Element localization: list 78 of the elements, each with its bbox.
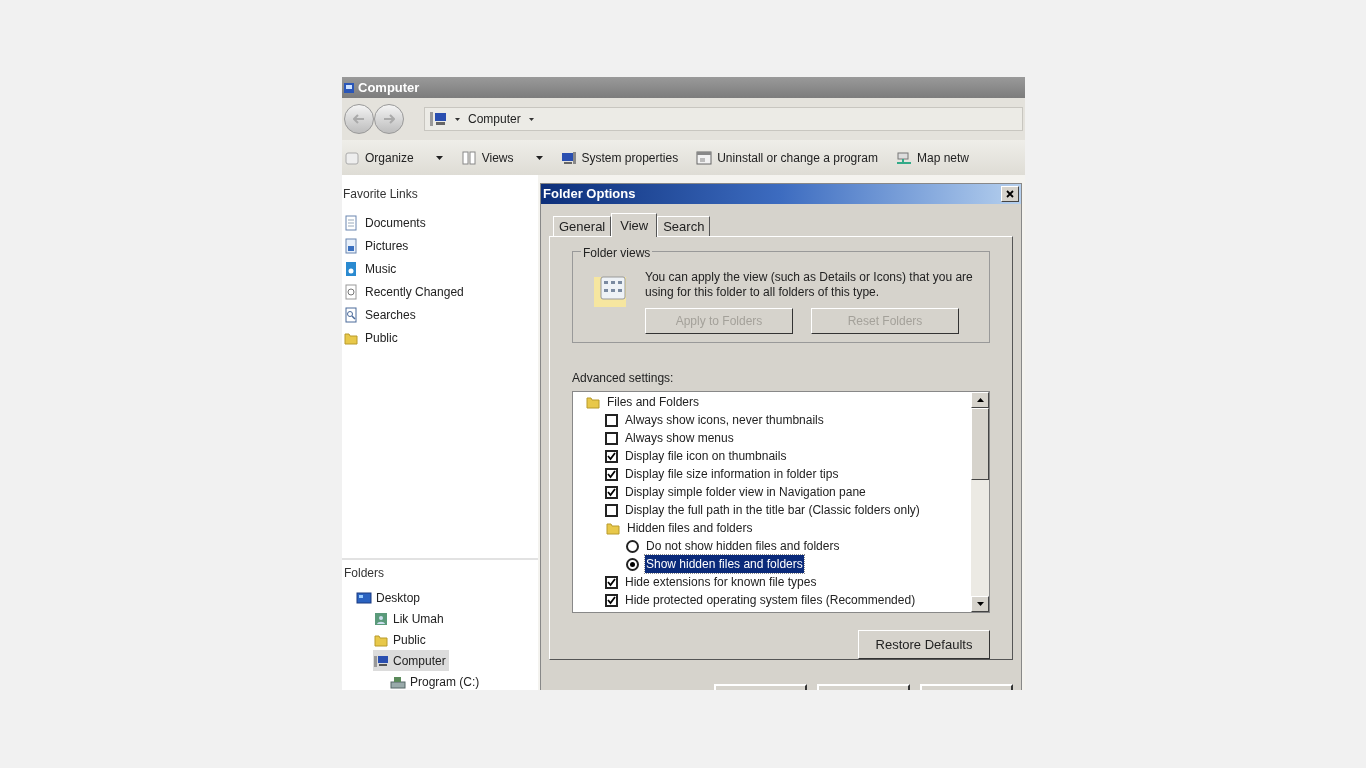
- toolbar-button[interactable]: Uninstall or change a program: [694, 144, 880, 171]
- section-heading: Folders: [343, 565, 385, 582]
- up-arrow-icon: [976, 398, 984, 402]
- scroll-thumb[interactable]: [971, 408, 989, 480]
- favorite-link[interactable]: Searches: [342, 303, 492, 326]
- folder-tree-item[interactable]: Computer: [373, 650, 449, 671]
- folder-views-description: You can apply the view (such as Details or Icons) that you are using for this folder to all folders of this type.: [645, 270, 974, 300]
- scroll-up-button[interactable]: [971, 392, 989, 408]
- toolbar-button[interactable]: System properties: [558, 144, 681, 171]
- restore-defaults-button[interactable]: Restore Defaults: [858, 630, 990, 659]
- radio-button[interactable]: [626, 539, 639, 553]
- toolbar-button[interactable]: Map netw: [893, 144, 971, 171]
- checkbox[interactable]: [605, 413, 618, 427]
- setting-label[interactable]: Hide protected operating system files (Recommended): [624, 591, 917, 609]
- caret-icon: [435, 155, 443, 160]
- settings-group-label: Files and Folders: [607, 394, 700, 411]
- section-heading: Favorite Links: [342, 186, 419, 203]
- folder-tree-item[interactable]: Public: [373, 629, 429, 650]
- setting-label[interactable]: Display the full path in the title bar (Classic folders only): [624, 501, 921, 519]
- back-arrow-icon: [353, 114, 365, 124]
- toolbar-button[interactable]: Organize: [342, 144, 445, 171]
- folder-icon: [605, 520, 621, 536]
- folder-tree-item[interactable]: Desktop: [356, 587, 424, 608]
- folder-icon: [585, 394, 601, 410]
- tab[interactable]: General: [553, 216, 612, 236]
- tab[interactable]: Search: [657, 216, 711, 236]
- toolbar-button[interactable]: Views: [458, 144, 545, 171]
- radio-button[interactable]: [626, 557, 639, 571]
- checkbox[interactable]: [605, 449, 618, 463]
- advanced-settings-label: Advanced settings:: [572, 370, 675, 387]
- checkbox[interactable]: [605, 431, 618, 445]
- setting-label[interactable]: Display simple folder view in Navigation pane: [624, 483, 867, 501]
- favorite-link[interactable]: Documents: [342, 211, 492, 234]
- favorite-link[interactable]: Public: [342, 326, 492, 349]
- folder-tree-item[interactable]: Lik Umah: [373, 608, 447, 629]
- program-window-icon: [696, 149, 713, 166]
- dialog-title: Folder Options: [543, 185, 636, 204]
- address-text: Computer: [468, 111, 521, 128]
- caret-icon: [455, 116, 460, 122]
- user-folder-icon: [373, 610, 389, 627]
- picture-icon: [343, 237, 359, 254]
- favorite-link[interactable]: Recently Changed: [342, 280, 492, 303]
- views-icon: [460, 149, 477, 166]
- computer-icon: [429, 111, 447, 127]
- close-button[interactable]: [1001, 186, 1019, 202]
- tab[interactable]: View: [611, 213, 658, 237]
- folder-tree-item[interactable]: Program (C:): [390, 671, 483, 690]
- checkbox[interactable]: [605, 485, 618, 499]
- window-title: Computer: [358, 78, 420, 97]
- advanced-settings-list[interactable]: [572, 391, 990, 613]
- setting-label[interactable]: Always show menus: [624, 429, 735, 447]
- down-arrow-icon: [976, 602, 984, 606]
- caret-icon: [528, 116, 534, 122]
- network-drive-icon: [895, 149, 912, 166]
- caret-icon: [535, 155, 543, 160]
- setting-label[interactable]: Hide extensions for known file types: [624, 573, 818, 591]
- scrollbar[interactable]: [971, 392, 989, 612]
- desktop-icon: [356, 589, 372, 606]
- close-icon: [1006, 190, 1014, 198]
- scroll-down-button[interactable]: [971, 596, 989, 612]
- favorite-link[interactable]: Pictures: [342, 234, 492, 257]
- setting-label[interactable]: Display file icon on thumbnails: [624, 447, 788, 465]
- computer-icon: [560, 149, 577, 166]
- settings-group-label: Hidden files and folders: [627, 520, 753, 537]
- setting-label[interactable]: Display file size information in folder tips: [624, 465, 840, 483]
- checkbox[interactable]: [605, 593, 618, 607]
- favorite-link[interactable]: Music: [342, 257, 492, 280]
- folder-view-icon: [593, 274, 629, 310]
- setting-label[interactable]: Always show icons, never thumbnails: [624, 411, 825, 429]
- checkbox[interactable]: [605, 467, 618, 481]
- checkbox[interactable]: [605, 575, 618, 589]
- organize-icon: [344, 149, 360, 166]
- setting-label[interactable]: Show hidden files and folders: [645, 555, 804, 573]
- window-icon: [344, 81, 354, 94]
- checkbox[interactable]: [605, 503, 618, 517]
- address-bar[interactable]: Computer: [424, 107, 1023, 131]
- setting-label[interactable]: Do not show hidden files and folders: [645, 537, 841, 555]
- forward-arrow-icon: [383, 114, 395, 124]
